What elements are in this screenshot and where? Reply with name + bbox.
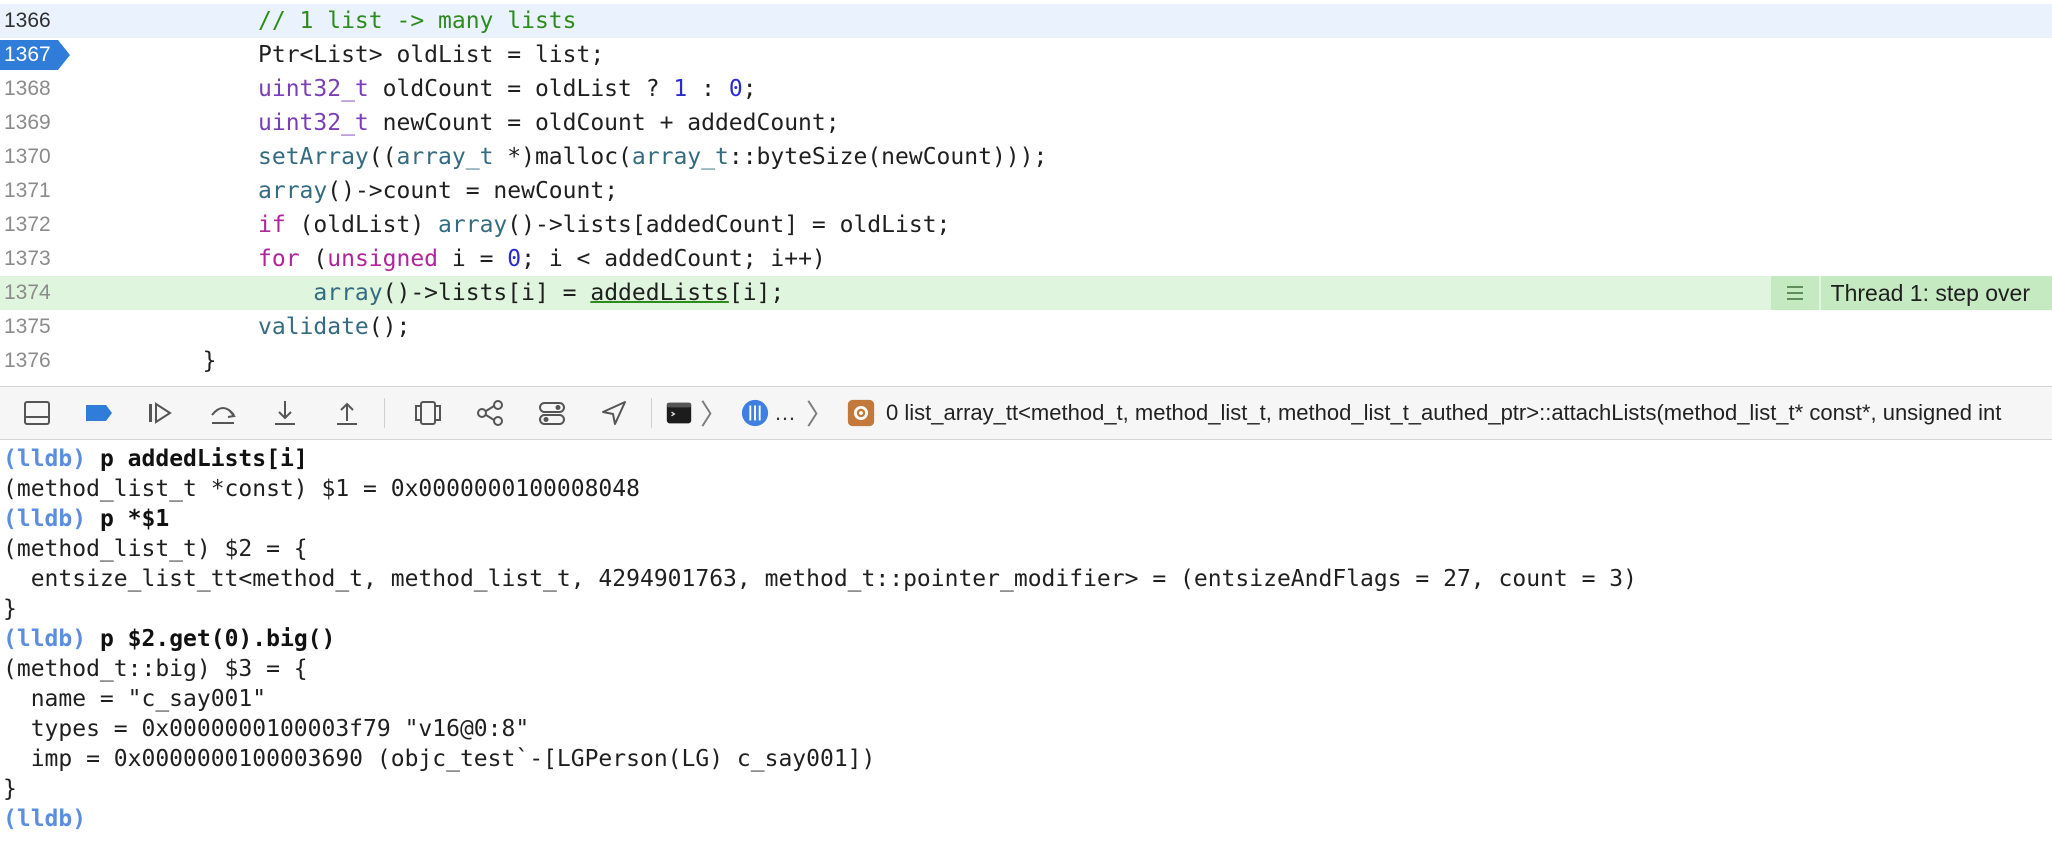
step-over-icon [211, 407, 236, 424]
code-line[interactable]: 1368 uint32_t oldCount = oldList ? 1 : 0; [0, 72, 2052, 106]
line-number[interactable]: 1371 [0, 174, 54, 208]
stack-frame-label[interactable]: 0 list_array_tt<method_t, method_list_t,… [886, 400, 2001, 426]
debugger-annotation[interactable]: Thread 1: step over [1770, 276, 2052, 310]
lldb-prompt: (lldb) [3, 806, 87, 832]
source-editor[interactable]: 1366 // 1 list -> many lists 1367 Ptr<List>… [0, 0, 2052, 386]
toolbar-divider [384, 398, 385, 428]
breadcrumb-chevron-icon: 〉 [700, 399, 729, 430]
breakpoints-toggle-icon [86, 405, 112, 421]
line-number[interactable]: 1366 [0, 4, 54, 38]
lldb-prompt: (lldb) [3, 506, 87, 532]
code-text: array()->lists[i] = addedLists[i]; [313, 280, 785, 306]
debug-bar: 〉 … 〉 0 list_array_tt<method_t, method_list… [0, 386, 2052, 440]
code-line[interactable]: 1376} [0, 344, 2052, 378]
continue-button[interactable] [136, 393, 186, 433]
annotation-menu-icon[interactable] [1770, 276, 1819, 310]
code-line[interactable]: 1369 uint32_t newCount = oldCount + added… [0, 106, 2052, 140]
code-text: uint32_t newCount = oldCount + addedCoun… [258, 110, 840, 136]
memory-graph-button[interactable] [465, 393, 515, 433]
view-hierarchy-button[interactable] [403, 393, 453, 433]
code-text: // 1 list -> many lists [258, 8, 577, 34]
line-number[interactable]: 1375 [0, 310, 54, 344]
line-number[interactable]: 1370 [0, 140, 54, 174]
stack-frame-icon[interactable] [846, 398, 876, 428]
code-line[interactable]: 1366 // 1 list -> many lists [0, 4, 2052, 38]
code-line[interactable]: 1372 if (oldList) array()->lists[addedCou… [0, 208, 2052, 242]
program-counter-indicator[interactable]: 1367 [0, 40, 70, 70]
line-number[interactable]: 1376 [0, 344, 54, 378]
code-text: array()->count = newCount; [258, 178, 619, 204]
line-number[interactable]: 1368 [0, 72, 54, 106]
simulate-location-button[interactable] [589, 393, 639, 433]
lldb-command: p *$1 [99, 506, 170, 532]
breadcrumb-ellipsis[interactable]: … [774, 400, 796, 426]
terminal-app-icon[interactable] [664, 398, 694, 428]
code-text: for (unsigned i = 0; i < addedCount; i++… [258, 246, 826, 272]
lldb-console[interactable]: (lldb) p addedLists[i] (method_list_t *co… [0, 440, 2052, 846]
console-command-line: (lldb) p *$1 [0, 504, 2052, 534]
breakpoints-toggle-button[interactable] [74, 393, 124, 433]
console-command-line: (lldb) p $2.get(0).big() [0, 624, 2052, 654]
code-text: } [202, 348, 217, 374]
simulate-location-icon [602, 401, 626, 425]
view-hierarchy-icon [415, 401, 441, 425]
code-line[interactable]: 1374 array()->lists[i] = addedLists[i]; Th… [0, 276, 2052, 310]
line-number[interactable]: 1373 [0, 242, 54, 276]
code-text: validate(); [258, 314, 411, 340]
code-line[interactable]: 1370 setArray((array_t *)malloc(array_t::… [0, 140, 2052, 174]
step-into-icon [275, 401, 295, 425]
toolbar-divider [651, 398, 652, 428]
lldb-command: p $2.get(0).big() [99, 626, 336, 652]
step-into-button[interactable] [260, 393, 310, 433]
hide-debug-area-button[interactable] [12, 393, 62, 433]
console-output-line: (method_list_t) $2 = { [3, 536, 308, 562]
memory-graph-icon [477, 400, 503, 426]
breadcrumb-chevron-icon: 〉 [806, 399, 835, 430]
code-text: uint32_t oldCount = oldList ? 1 : 0; [258, 76, 757, 102]
step-out-icon [337, 402, 357, 425]
console-output-line: types = 0x0000000100003f79 "v16@0:8" [3, 716, 530, 742]
code-line[interactable]: 1373 for (unsigned i = 0; i < addedCount;… [0, 242, 2052, 276]
console-output-line: imp = 0x0000000100003690 (objc_test`-[LG… [3, 746, 876, 772]
console-output-line: name = "c_say001" [3, 686, 267, 712]
lldb-command: p addedLists[i] [99, 446, 308, 472]
code-text: setArray((array_t *)malloc(array_t::byte… [258, 144, 1048, 170]
code-line[interactable]: 1371 array()->count = newCount; [0, 174, 2052, 208]
step-out-button[interactable] [322, 393, 372, 433]
environment-overrides-icon [539, 402, 565, 425]
console-output-line: } [3, 776, 17, 802]
console-output-line: (method_list_t *const) $1 = 0x0000000100… [3, 476, 640, 502]
lldb-prompt: (lldb) [3, 446, 87, 472]
code-line[interactable]: 1375 validate(); [0, 310, 2052, 344]
code-line[interactable]: 1367 Ptr<List> oldList = list; [0, 38, 2052, 72]
code-text: Ptr<List> oldList = list; [258, 42, 605, 68]
console-output-line: (method_t::big) $3 = { [3, 656, 308, 682]
line-number[interactable]: 1374 [0, 276, 54, 310]
annotation-label: Thread 1: step over [1820, 276, 2052, 310]
console-output-line: entsize_list_tt<method_t, method_list_t,… [3, 566, 1637, 592]
step-over-button[interactable] [198, 393, 248, 433]
thread-icon[interactable] [740, 398, 770, 428]
console-command-line: (lldb) [0, 804, 2052, 834]
console-command-line: (lldb) p addedLists[i] [0, 444, 2052, 474]
console-output-line: } [3, 596, 17, 622]
lldb-prompt: (lldb) [3, 626, 87, 652]
hide-debug-area-icon [24, 401, 50, 425]
line-number[interactable]: 1369 [0, 106, 54, 140]
continue-icon [149, 402, 172, 424]
code-text: if (oldList) array()->lists[addedCount] … [258, 212, 951, 238]
environment-overrides-button[interactable] [527, 393, 577, 433]
line-number[interactable]: 1372 [0, 208, 54, 242]
